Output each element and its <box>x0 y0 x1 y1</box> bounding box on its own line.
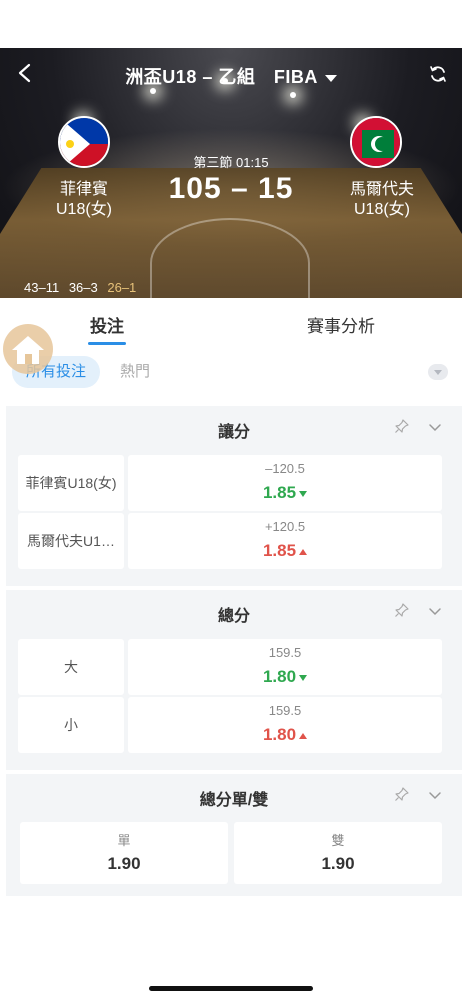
odds-button-odd[interactable]: 單 1.90 <box>20 822 228 884</box>
total-line: 159.5 <box>268 645 302 660</box>
pin-icon[interactable] <box>394 786 410 802</box>
filter-hot[interactable]: 熱門 <box>120 356 150 388</box>
quarter-scores: 43–11 36–3 26–1 <box>24 280 142 295</box>
bet-filter-bar: 所有投注 熱門 <box>0 348 462 404</box>
match-clock: 第三節 01:15 <box>0 152 462 171</box>
odds-button[interactable]: 159.5 1.80 <box>128 639 442 695</box>
odds-value: 1.85 <box>128 541 442 561</box>
odds-button[interactable]: –120.5 1.85 <box>128 455 442 511</box>
tab-analysis[interactable]: 賽事分析 <box>307 312 375 337</box>
selection-label: 小 <box>18 697 124 753</box>
odds-value: 1.85 <box>128 483 442 503</box>
handicap-line: –120.5 <box>265 461 305 476</box>
market-header[interactable]: 總分 <box>6 590 462 632</box>
odds-number: 1.85 <box>262 483 297 502</box>
odds-number: 1.80 <box>262 725 297 744</box>
bet-row: 小 159.5 1.80 <box>6 694 462 756</box>
odds-button[interactable]: 159.5 1.80 <box>128 697 442 753</box>
market-odd-even: 總分單/雙 單 1.90 雙 1.90 <box>6 774 462 896</box>
odds-number: 1.80 <box>262 667 297 686</box>
match-header: 洲盃U18 – 乙組 FIBA 菲律賓 U18(女) 馬爾代夫 U18(女) 第… <box>0 48 462 298</box>
odds-value: 1.90 <box>107 854 141 873</box>
header-bar: 洲盃U18 – 乙組 FIBA <box>0 58 462 90</box>
home-indicator[interactable] <box>149 986 313 991</box>
selection-label: 菲律賓U18(女) <box>18 455 124 511</box>
odds-button-even[interactable]: 雙 1.90 <box>234 822 442 884</box>
quarter-score-current: 26–1 <box>107 280 137 295</box>
odds-up-icon <box>299 548 308 555</box>
league-title: 洲盃U18 – 乙組 FIBA <box>125 67 318 87</box>
bet-row: 馬爾代夫U1… +120.5 1.85 <box>6 510 462 572</box>
refresh-icon[interactable] <box>428 64 448 84</box>
market-handicap: 讓分 菲律賓U18(女) –120.5 1.85 馬爾代夫U1… +120.5 … <box>6 406 462 586</box>
tab-bet[interactable]: 投注 <box>88 312 126 345</box>
arena-light <box>290 92 296 98</box>
chevron-down-icon[interactable] <box>428 788 442 802</box>
main-tabs: 投注 賽事分析 <box>0 298 462 348</box>
odds-value: 1.80 <box>128 725 442 745</box>
chevron-down-icon[interactable] <box>428 420 442 434</box>
selection-label: 雙 <box>331 833 345 848</box>
bet-row: 菲律賓U18(女) –120.5 1.85 <box>6 452 462 514</box>
selection-label: 馬爾代夫U1… <box>18 513 124 569</box>
home-icon[interactable] <box>2 323 54 375</box>
quarter-score: 36–3 <box>68 280 98 295</box>
bet-row: 大 159.5 1.80 <box>6 636 462 698</box>
odds-value: 1.90 <box>321 854 355 873</box>
chevron-down-icon <box>324 74 337 82</box>
odds-number: 1.85 <box>262 541 297 560</box>
selection-label: 大 <box>18 639 124 695</box>
chevron-down-icon[interactable] <box>428 604 442 618</box>
market-total: 總分 大 159.5 1.80 小 159.5 1.80 <box>6 590 462 770</box>
selection-label: 單 <box>117 833 131 848</box>
odds-up-icon <box>299 732 308 739</box>
period-label: 第三節 <box>193 155 233 170</box>
odds-button[interactable]: +120.5 1.85 <box>128 513 442 569</box>
pin-icon[interactable] <box>394 602 410 618</box>
handicap-line: +120.5 <box>264 519 306 534</box>
court-arc <box>150 218 310 298</box>
clock-time: 01:15 <box>236 155 269 170</box>
market-header[interactable]: 讓分 <box>6 406 462 448</box>
pin-icon[interactable] <box>394 418 410 434</box>
quarter-score: 43–11 <box>24 280 60 295</box>
odds-value: 1.80 <box>128 667 442 687</box>
app-screen: 洲盃U18 – 乙組 FIBA 菲律賓 U18(女) 馬爾代夫 U18(女) 第… <box>0 0 462 1000</box>
bet-row: 單 1.90 雙 1.90 <box>6 816 462 888</box>
market-header[interactable]: 總分單/雙 <box>6 774 462 816</box>
odds-down-icon <box>299 490 308 497</box>
filter-expand-icon[interactable] <box>428 364 448 380</box>
total-line: 159.5 <box>268 703 302 718</box>
match-score: 105 – 15 <box>168 172 294 205</box>
odds-down-icon <box>299 674 308 681</box>
league-selector[interactable]: 洲盃U18 – 乙組 FIBA <box>0 63 462 89</box>
